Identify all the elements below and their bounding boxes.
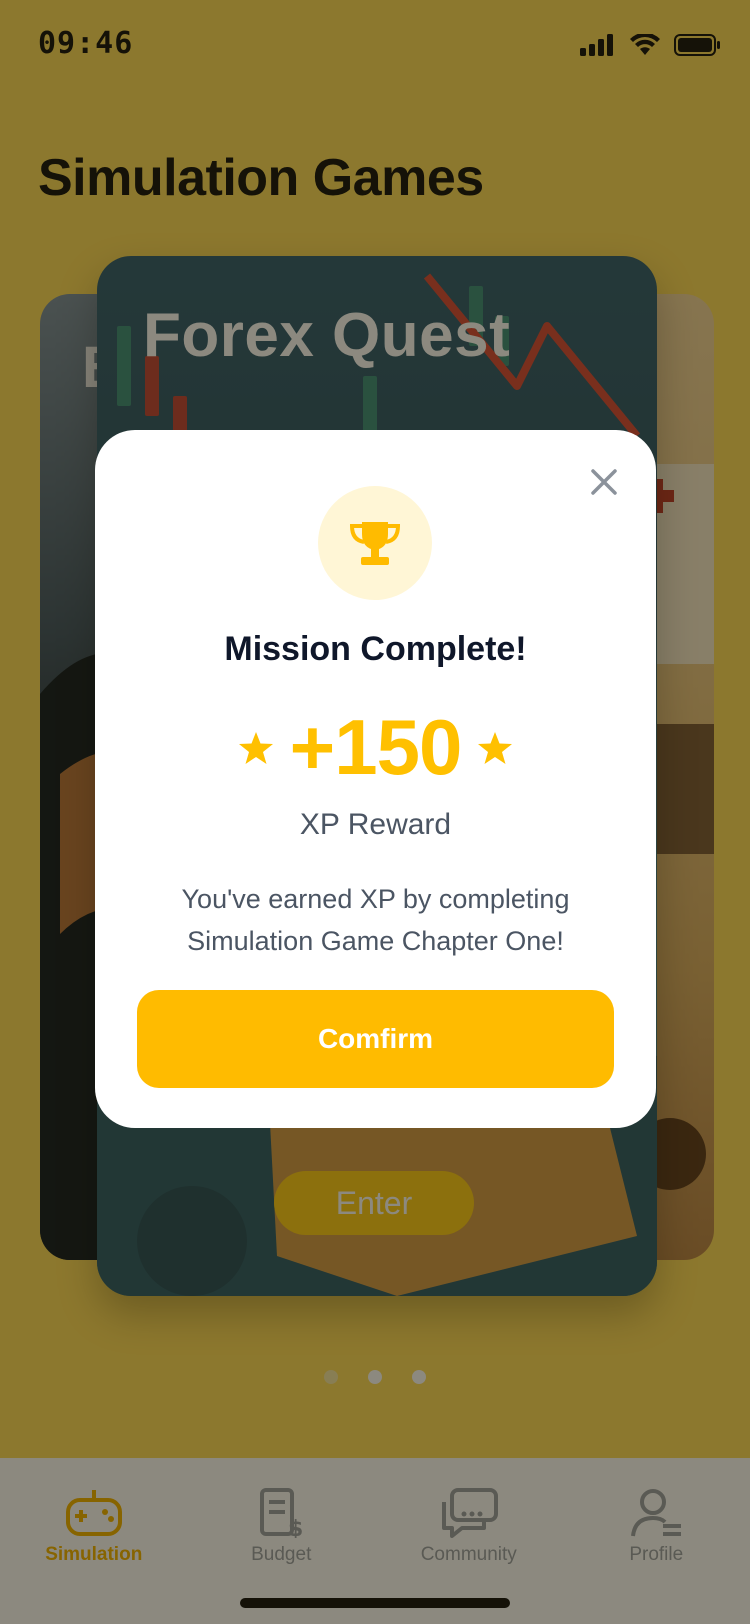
reward-value: +150: [289, 703, 463, 791]
star-icon: [238, 731, 273, 764]
reward-row: +150: [95, 702, 656, 793]
trophy-icon: [349, 522, 401, 565]
trophy-badge: [318, 486, 432, 600]
reward-label: XP Reward: [299, 808, 452, 841]
confirm-button[interactable]: Comfirm: [137, 990, 614, 1088]
mission-complete-modal: Mission Complete! +150 XP Reward You've …: [95, 430, 656, 1128]
star-icon: [478, 731, 513, 764]
close-icon[interactable]: [586, 464, 622, 500]
modal-title: Mission Complete!: [224, 630, 527, 668]
modal-message: You've earned XP by completing Simulatio…: [181, 884, 570, 956]
